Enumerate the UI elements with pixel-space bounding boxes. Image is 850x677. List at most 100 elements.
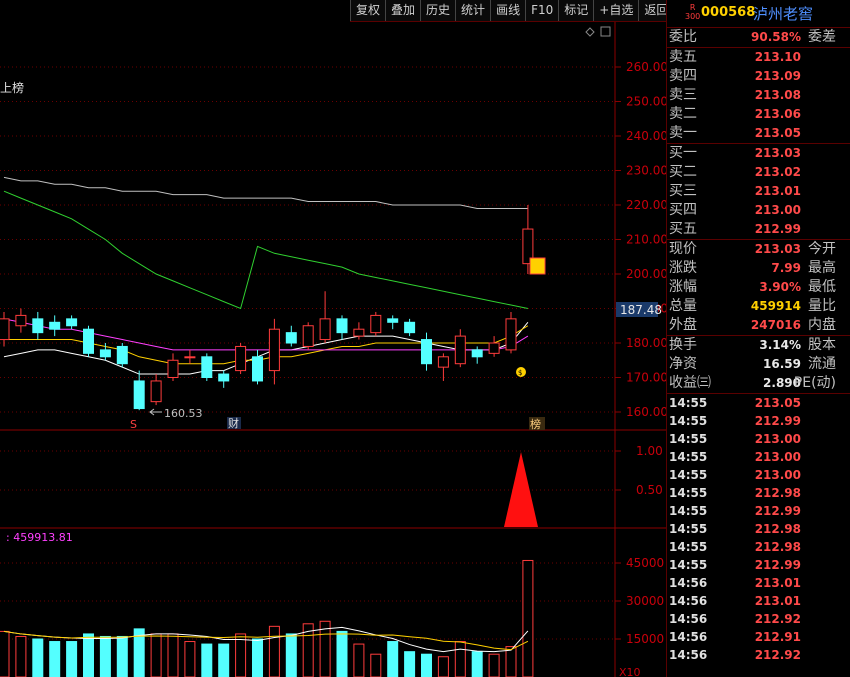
candle-body[interactable] [0,318,10,341]
marker-s[interactable]: S [130,418,137,431]
candle-body[interactable] [133,380,145,410]
tick-list[interactable]: 14:55 213.05 14:55 212.99 14:55 213.00 14:55 21… [667,394,850,664]
tick-row: 14:55 212.98 [667,538,850,556]
tick-row: 14:55 213.00 [667,448,850,466]
volume-bar [404,651,416,677]
tick-row: 14:56 212.92 [667,610,850,628]
volume-bar [49,641,61,677]
toolbar-history-button[interactable]: 历史 [420,0,455,21]
candle-body[interactable] [150,380,162,403]
toolbar-stats-button[interactable]: 统计 [455,0,490,21]
toolbar-overlay-button[interactable]: 叠加 [385,0,420,21]
tick-time: 14:55 [669,414,708,428]
finance-item-label: 换手 [669,337,697,353]
quote-item-label: 外盘 [669,317,697,333]
tick-row: 14:55 212.99 [667,412,850,430]
tick-price: 212.98 [754,522,801,536]
bid-level-value: 213.03 [754,146,801,160]
candle-body[interactable] [353,328,365,337]
chart-toolbar: 复权 叠加 历史 统计 画线 F10 标记 +自选 返回 [350,0,668,22]
ask-level-label: 卖四 [669,68,697,84]
ask-level-label: 卖五 [669,49,697,65]
candle-body[interactable] [370,314,382,334]
marker-cai[interactable]: 财 [228,416,239,430]
candle-body[interactable] [302,325,314,347]
tick-time: 14:56 [669,612,708,626]
candle-body[interactable] [421,339,432,365]
candle-body[interactable] [319,318,331,341]
candle-body[interactable] [218,373,230,382]
price-axis-label: 230.00 [626,164,666,178]
tick-time: 14:55 [669,396,708,410]
volume-bar [268,625,280,677]
toolbar-watchlist-button[interactable]: +自选 [593,0,638,21]
toolbar-adjust-button[interactable]: 复权 [350,0,385,21]
candle-body[interactable] [437,356,449,368]
candle-body[interactable] [454,335,466,365]
toolbar-f10-button[interactable]: F10 [525,0,558,21]
stock-name[interactable]: 泸州老窖 [753,3,813,24]
tick-price: 212.92 [754,612,801,626]
indicator-axis-label: 1.00 [636,444,663,458]
volume-bar [66,641,78,677]
ask-book: 卖五 213.10 卖四 213.09 卖三 213.08 卖二 213.06 卖一 213.05 [667,48,850,143]
candle-body[interactable] [404,321,416,334]
candle-body[interactable] [49,321,61,330]
candle-body[interactable] [15,314,27,327]
volume-value: : 459913.81 [6,531,73,544]
ask-level-row: 卖三 213.08 [667,86,850,105]
price-axis-label: 210.00 [626,233,666,247]
tick-row: 14:56 212.91 [667,628,850,646]
candle-body[interactable] [184,356,196,359]
marker-bang[interactable]: 榜 [530,417,541,431]
tick-row: 14:56 213.01 [667,592,850,610]
toolbar-mark-button[interactable]: 标记 [558,0,593,21]
candle-body[interactable] [66,318,78,327]
candle-body[interactable] [471,349,483,358]
candle-body[interactable] [116,345,128,365]
candle-body[interactable] [252,356,263,382]
tick-time: 14:55 [669,522,708,536]
finance-item-label: 净资 [669,356,697,372]
quote-item-row: 总量 459914 量比 [667,297,850,316]
candle-body[interactable] [336,318,348,334]
bid-level-value: 213.02 [754,165,801,179]
ask-level-value: 213.10 [754,50,801,64]
candle-body[interactable] [268,328,280,372]
current-price-tag-text: 187.48 [620,303,662,317]
candle-body[interactable] [32,318,44,334]
quote-item-row: 涨幅 3.90% 最低 [667,278,850,297]
volume-bar [167,633,179,677]
candle-body[interactable] [99,349,111,358]
volume-axis-label: 45000 [626,556,664,570]
ask-level-row: 卖一 213.05 [667,124,850,143]
toolbar-draw-button[interactable]: 画线 [490,0,525,21]
bid-level-label: 买二 [669,164,697,180]
candle-body[interactable] [285,332,297,344]
bid-level-row: 买四 213.00 [667,201,850,220]
tick-price: 213.05 [754,396,801,410]
candle-body[interactable] [235,345,247,372]
tick-price: 212.99 [754,504,801,518]
volume-bar [0,630,10,677]
quote-item-label: 涨幅 [669,279,697,295]
volume-axis-label: 15000 [626,632,664,646]
tick-time: 14:56 [669,576,708,590]
candle-body[interactable] [167,359,179,378]
weibi-label: 委比 [669,29,697,45]
ask-level-row: 卖五 213.10 [667,48,850,67]
volume-bar [235,633,247,677]
candle-body[interactable] [201,356,213,378]
volume-bar [370,653,382,677]
tick-price: 212.98 [754,486,801,500]
candle-body[interactable] [387,318,399,323]
candle-body[interactable] [488,342,500,354]
stock-code[interactable]: 000568 [701,5,755,20]
quote-item-label2: 内盘 [808,317,836,333]
candle-body[interactable] [505,318,517,351]
volume-bar [353,643,365,677]
tick-price: 213.00 [754,432,801,446]
tick-price: 213.00 [754,468,801,482]
candle-body[interactable] [83,328,94,354]
kline-chart[interactable]: 260.00 250.00 240.00 230.00 220.00 210.00 200.… [0,0,666,677]
